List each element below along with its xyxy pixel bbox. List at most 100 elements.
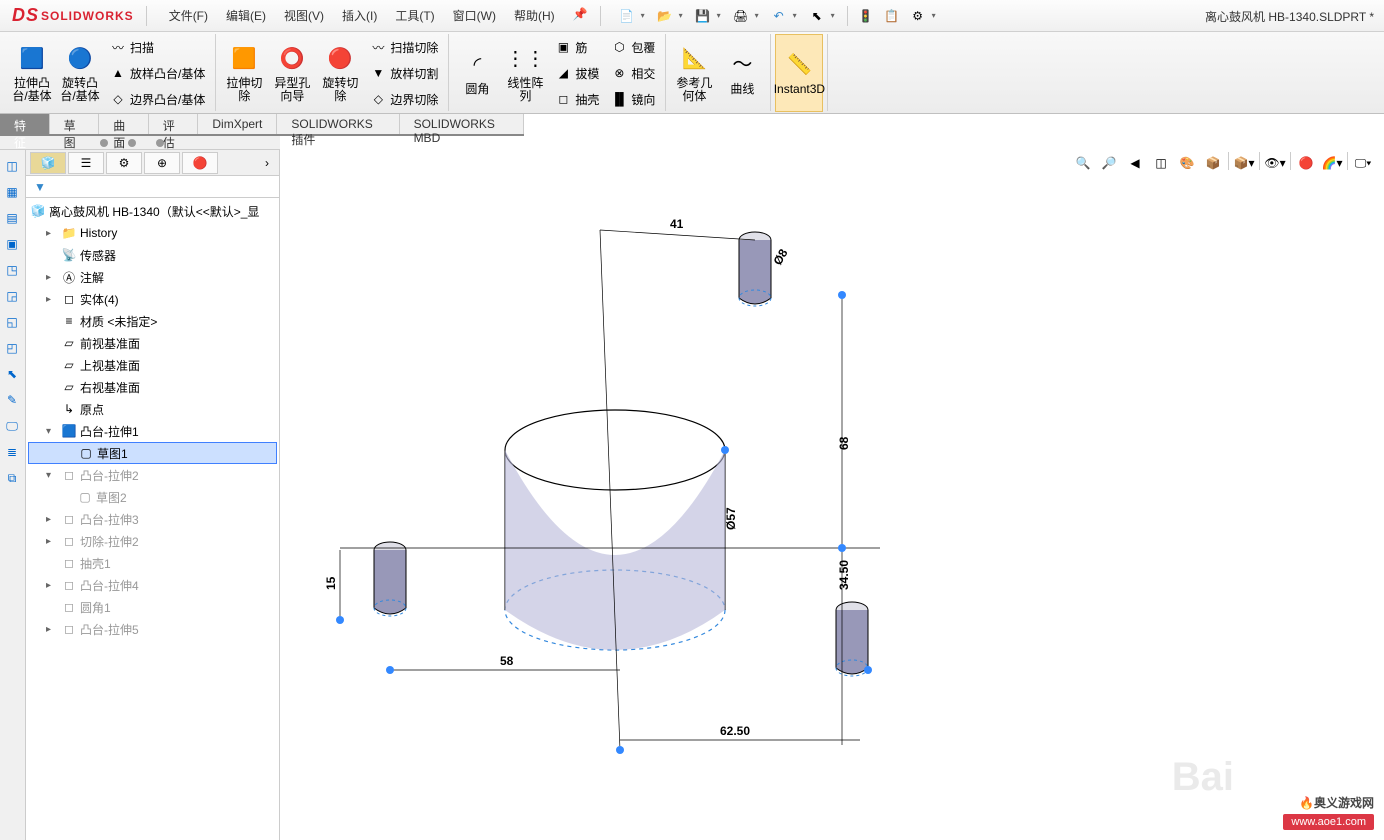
tree-collapse-icon[interactable]: › bbox=[259, 156, 275, 170]
tree-extrude1[interactable]: ▾🟦凸台-拉伸1 bbox=[28, 420, 277, 442]
tree-tab-config-icon[interactable]: ⚙ bbox=[106, 152, 142, 174]
filter-icon[interactable]: ▼ bbox=[34, 180, 46, 194]
loft-boss-button[interactable]: ▲放样凸台/基体 bbox=[104, 61, 211, 85]
zoom-area-icon[interactable]: 🔎 bbox=[1098, 152, 1120, 174]
select-icon[interactable]: ⬉ bbox=[805, 4, 829, 28]
tree-solid-bodies[interactable]: ▸◻实体(4) bbox=[28, 288, 277, 310]
tree-fillet1[interactable]: ◻圆角1 bbox=[28, 596, 277, 618]
revolve-cut-button[interactable]: 🔴旋转切除 bbox=[316, 34, 364, 112]
lt-drawing-icon[interactable]: ▤ bbox=[0, 206, 24, 230]
boundary-icon: ◇ bbox=[110, 91, 126, 107]
sweep-button[interactable]: 〰扫描 bbox=[104, 35, 211, 59]
section-view-icon[interactable]: ◫ bbox=[1150, 152, 1172, 174]
tree-tab-dimxpert-icon[interactable]: ⊕ bbox=[144, 152, 180, 174]
tree-extrude4[interactable]: ▸◻凸台-拉伸4 bbox=[28, 574, 277, 596]
view-orient-icon[interactable]: 🎨 bbox=[1176, 152, 1198, 174]
loft-cut-button[interactable]: ▼放样切割 bbox=[364, 61, 444, 85]
tree-history[interactable]: ▸📁History bbox=[28, 222, 277, 244]
tab-dimxpert[interactable]: DimXpert bbox=[198, 114, 277, 134]
tree-extrude2[interactable]: ▾◻凸台-拉伸2 bbox=[28, 464, 277, 486]
tab-features[interactable]: 特征 bbox=[0, 114, 50, 134]
tree-front-plane[interactable]: ▱前视基准面 bbox=[28, 332, 277, 354]
tree-material[interactable]: ≡材质 <未指定> bbox=[28, 310, 277, 332]
lt-cube2-icon[interactable]: ◲ bbox=[0, 284, 24, 308]
rebuild-icon[interactable]: 🚦 bbox=[854, 4, 878, 28]
settings-icon[interactable]: ⚙ bbox=[906, 4, 930, 28]
tree-extrude5[interactable]: ▸◻凸台-拉伸5 bbox=[28, 618, 277, 640]
tree-annotations[interactable]: ▸Ⓐ注解 bbox=[28, 266, 277, 288]
view-settings-icon[interactable]: 🌈▾ bbox=[1321, 152, 1343, 174]
tree-sketch1[interactable]: ▢草图1 bbox=[28, 442, 277, 464]
tree-tab-property-icon[interactable]: ☰ bbox=[68, 152, 104, 174]
lt-layers-icon[interactable]: ≣ bbox=[0, 440, 24, 464]
menu-insert[interactable]: 插入(I) bbox=[334, 3, 385, 28]
draft-button[interactable]: ◢拔模 bbox=[549, 61, 605, 85]
viewport-layout-icon[interactable]: 🖵▾ bbox=[1352, 152, 1374, 174]
tree-tab-display-icon[interactable]: 🔴 bbox=[182, 152, 218, 174]
linear-pattern-button[interactable]: ⋮⋮线性阵列 bbox=[501, 34, 549, 112]
lt-cube3-icon[interactable]: ◱ bbox=[0, 310, 24, 334]
boundary-cut-button[interactable]: ◇边界切除 bbox=[364, 87, 444, 111]
lt-display-icon[interactable]: 🖵 bbox=[0, 414, 24, 438]
menu-file[interactable]: 文件(F) bbox=[161, 3, 216, 28]
menu-edit[interactable]: 编辑(E) bbox=[218, 3, 274, 28]
lt-cube4-icon[interactable]: ◰ bbox=[0, 336, 24, 360]
lt-part-icon[interactable]: ◫ bbox=[0, 154, 24, 178]
tab-surfaces[interactable]: 曲面 bbox=[99, 114, 149, 134]
menu-help[interactable]: 帮助(H) bbox=[506, 3, 563, 28]
lt-sketch-icon[interactable]: ✎ bbox=[0, 388, 24, 412]
lt-cube1-icon[interactable]: ◳ bbox=[0, 258, 24, 282]
pin-icon[interactable]: 📌 bbox=[565, 3, 596, 28]
new-doc-icon[interactable]: 📄 bbox=[615, 4, 639, 28]
fillet-button[interactable]: ◜圆角 bbox=[453, 34, 501, 112]
save-icon[interactable]: 💾 bbox=[691, 4, 715, 28]
lt-select-icon[interactable]: ⬉ bbox=[0, 362, 24, 386]
tree-extrude3[interactable]: ▸◻凸台-拉伸3 bbox=[28, 508, 277, 530]
tab-evaluate[interactable]: 评估 bbox=[149, 114, 199, 134]
lt-box-icon[interactable]: ▣ bbox=[0, 232, 24, 256]
hole-wizard-button[interactable]: ⭕异型孔向导 bbox=[268, 34, 316, 112]
tree-sensors[interactable]: 📡传感器 bbox=[28, 244, 277, 266]
tree-origin[interactable]: ↳原点 bbox=[28, 398, 277, 420]
3d-viewport[interactable]: 🔍 🔎 ◀ ◫ 🎨 📦 📦▾ 👁▾ 🔴 🌈▾ 🖵▾ bbox=[280, 150, 1384, 840]
tree-shell1[interactable]: ◻抽壳1 bbox=[28, 552, 277, 574]
zoom-fit-icon[interactable]: 🔍 bbox=[1072, 152, 1094, 174]
tree-root[interactable]: 🧊离心鼓风机 HB-1340（默认<<默认>_显 bbox=[28, 200, 277, 222]
prev-view-icon[interactable]: ◀ bbox=[1124, 152, 1146, 174]
extrude-boss-button[interactable]: 🟦拉伸凸台/基体 bbox=[8, 34, 56, 112]
tab-plugins[interactable]: SOLIDWORKS 插件 bbox=[277, 114, 399, 134]
sweep-cut-button[interactable]: 〰扫描切除 bbox=[364, 35, 444, 59]
tree-sketch2[interactable]: ▢草图2 bbox=[28, 486, 277, 508]
shell-button[interactable]: ◻抽壳 bbox=[549, 87, 605, 111]
boundary-boss-button[interactable]: ◇边界凸台/基体 bbox=[104, 87, 211, 111]
edit-appearance-icon[interactable]: 👁▾ bbox=[1264, 152, 1286, 174]
apply-scene-icon[interactable]: 🔴 bbox=[1295, 152, 1317, 174]
options-list-icon[interactable]: 📋 bbox=[880, 4, 904, 28]
revolve-boss-button[interactable]: 🔵旋转凸台/基体 bbox=[56, 34, 104, 112]
rib-button[interactable]: ▣筋 bbox=[549, 35, 605, 59]
tree-tab-feature-icon[interactable]: 🧊 bbox=[30, 152, 66, 174]
display-style-icon[interactable]: 📦 bbox=[1202, 152, 1224, 174]
lt-assembly-icon[interactable]: ▦ bbox=[0, 180, 24, 204]
undo-icon[interactable]: ↶ bbox=[767, 4, 791, 28]
intersect-button[interactable]: ⊗相交 bbox=[605, 61, 661, 85]
curves-button[interactable]: 〜曲线 bbox=[718, 34, 766, 112]
hide-show-icon[interactable]: 📦▾ bbox=[1233, 152, 1255, 174]
open-doc-icon[interactable]: 📂 bbox=[653, 4, 677, 28]
tab-sketch[interactable]: 草图 bbox=[50, 114, 100, 134]
dim-d8: Ø8 bbox=[770, 246, 790, 267]
menu-window[interactable]: 窗口(W) bbox=[445, 3, 504, 28]
mirror-button[interactable]: ▐▌镜向 bbox=[605, 87, 661, 111]
print-icon[interactable]: 🖨 bbox=[729, 4, 753, 28]
tab-mbd[interactable]: SOLIDWORKS MBD bbox=[400, 114, 524, 134]
ref-geometry-button[interactable]: 📐参考几何体 bbox=[670, 34, 718, 112]
tree-right-plane[interactable]: ▱右视基准面 bbox=[28, 376, 277, 398]
tree-top-plane[interactable]: ▱上视基准面 bbox=[28, 354, 277, 376]
lt-copy-icon[interactable]: ⧉ bbox=[0, 466, 24, 490]
menu-view[interactable]: 视图(V) bbox=[276, 3, 332, 28]
menu-tools[interactable]: 工具(T) bbox=[387, 3, 442, 28]
tree-cut2[interactable]: ▸◻切除-拉伸2 bbox=[28, 530, 277, 552]
instant3d-button[interactable]: 📏Instant3D bbox=[775, 34, 823, 112]
extrude-cut-button[interactable]: 🟧拉伸切除 bbox=[220, 34, 268, 112]
wrap-button[interactable]: ⬡包覆 bbox=[605, 35, 661, 59]
